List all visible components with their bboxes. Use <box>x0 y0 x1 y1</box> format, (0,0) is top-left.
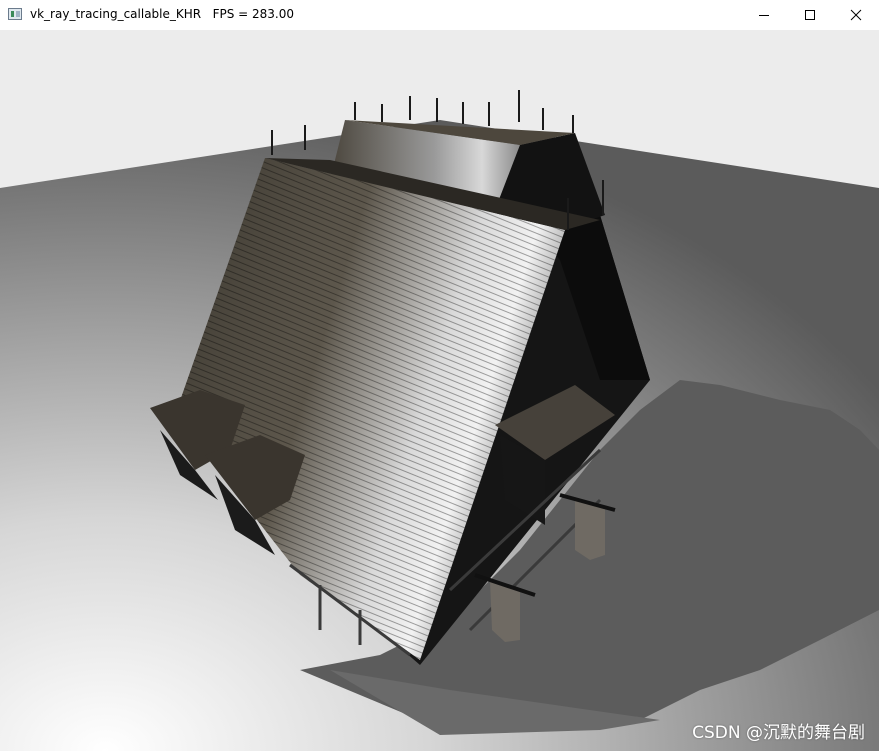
watermark-text: CSDN @沉默的舞台剧 <box>692 723 865 743</box>
hanging-sign-right <box>575 500 605 560</box>
maximize-button[interactable] <box>787 0 833 30</box>
window-title: vk_ray_tracing_callable_KHR FPS = 283.00 <box>30 7 294 21</box>
minimize-icon <box>759 15 769 16</box>
minimize-button[interactable] <box>741 0 787 30</box>
title-bar[interactable]: vk_ray_tracing_callable_KHR FPS = 283.00 <box>0 0 879 30</box>
render-viewport[interactable]: CSDN @沉默的舞台剧 <box>0 30 879 751</box>
close-icon <box>850 9 862 21</box>
maximize-icon <box>805 10 815 20</box>
scene-canvas <box>0 30 879 751</box>
app-window: vk_ray_tracing_callable_KHR FPS = 283.00 <box>0 0 879 751</box>
close-button[interactable] <box>833 0 879 30</box>
app-icon <box>8 8 22 20</box>
